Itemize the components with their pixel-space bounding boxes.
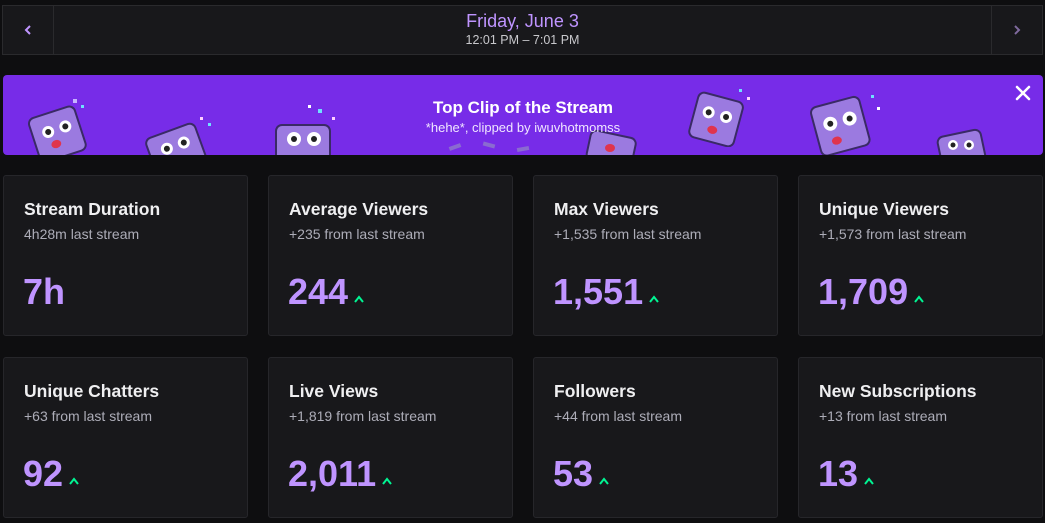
top-clip-text: Top Clip of the Stream *hehe*, clipped b… — [3, 97, 1043, 137]
stat-comparison: +1,535 from last stream — [554, 226, 702, 242]
top-clip-banner[interactable]: Top Clip of the Stream *hehe*, clipped b… — [3, 75, 1043, 155]
stat-title: Followers — [554, 381, 636, 401]
trend-up-icon — [69, 477, 79, 485]
stat-card-average-viewers: Average Viewers +235 from last stream 24… — [268, 175, 513, 336]
trend-up-icon — [382, 477, 392, 485]
stat-value: 2,011 — [288, 453, 377, 494]
stat-card-unique-chatters: Unique Chatters +63 from last stream 92 — [3, 357, 248, 518]
chevron-right-icon — [1014, 25, 1021, 35]
stat-title: New Subscriptions — [819, 381, 977, 401]
stat-card-stream-duration: Stream Duration 4h28m last stream 7h — [3, 175, 248, 336]
stat-title: Max Viewers — [554, 199, 659, 219]
stat-title: Unique Chatters — [24, 381, 160, 401]
stat-card-followers: Followers +44 from last stream 53 — [533, 357, 778, 518]
top-clip-subtitle[interactable]: *hehe*, clipped by iwuvhotmomss — [3, 119, 1043, 137]
next-stream-button[interactable] — [991, 6, 1042, 54]
top-clip-title: Top Clip of the Stream — [432, 98, 614, 117]
trend-up-icon — [354, 295, 364, 303]
stat-comparison: 4h28m last stream — [24, 226, 140, 242]
stat-title: Live Views — [289, 381, 379, 401]
stat-card-unique-viewers: Unique Viewers +1,573 from last stream 1… — [798, 175, 1043, 336]
stream-date-display: Friday, June 3 12:01 PM – 7:01 PM — [53, 6, 992, 54]
stat-card-new-subscriptions: New Subscriptions +13 from last stream 1… — [798, 357, 1043, 518]
stat-value: 92 — [23, 453, 64, 494]
stat-comparison: +235 from last stream — [289, 226, 425, 242]
stat-value: 244 — [288, 271, 349, 312]
date-navigation-bar: Friday, June 3 12:01 PM – 7:01 PM — [2, 5, 1043, 55]
stat-value: 7h — [23, 271, 66, 312]
stat-card-max-viewers: Max Viewers +1,535 from last stream 1,55… — [533, 175, 778, 336]
stat-title: Average Viewers — [289, 199, 429, 219]
stat-comparison: +63 from last stream — [24, 408, 152, 424]
close-icon — [1015, 85, 1031, 101]
close-banner-button[interactable] — [1013, 83, 1033, 103]
stat-comparison: +1,573 from last stream — [819, 226, 967, 242]
confetti-decoration — [448, 141, 530, 153]
trend-up-icon — [914, 295, 924, 303]
previous-stream-button[interactable] — [3, 6, 54, 54]
stat-title: Stream Duration — [24, 199, 161, 219]
chevron-left-icon — [24, 25, 31, 35]
stat-title: Unique Viewers — [819, 199, 950, 219]
stat-value: 1,709 — [818, 271, 909, 312]
stat-value: 53 — [553, 453, 594, 494]
stat-value: 13 — [818, 453, 859, 494]
stat-card-live-views: Live Views +1,819 from last stream 2,011 — [268, 357, 513, 518]
stat-comparison: +13 from last stream — [819, 408, 947, 424]
trend-up-icon — [649, 295, 659, 303]
trend-up-icon — [599, 477, 609, 485]
stream-time-range: 12:01 PM – 7:01 PM — [465, 33, 580, 47]
trend-up-icon — [864, 477, 874, 485]
stat-comparison: +1,819 from last stream — [289, 408, 437, 424]
stat-value: 1,551 — [553, 271, 644, 312]
stream-date: Friday, June 3 — [466, 11, 579, 31]
stat-comparison: +44 from last stream — [554, 408, 682, 424]
